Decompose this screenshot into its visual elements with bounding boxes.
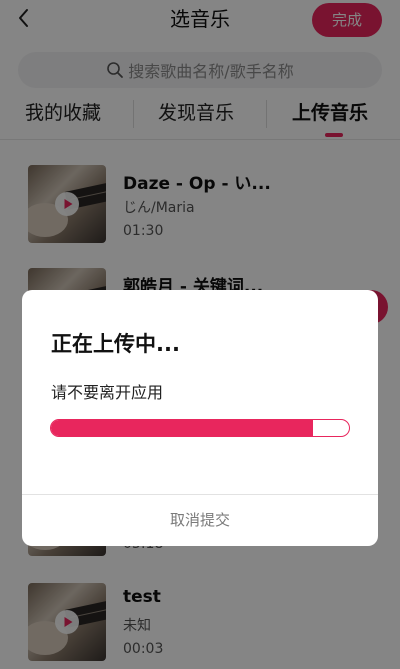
dialog-message: 请不要离开应用 [51,383,164,402]
upload-progress-bar [50,419,350,437]
cancel-submit-button[interactable]: 取消提交 [22,495,378,546]
upload-dialog: 正在上传中... 请不要离开应用 取消提交 [22,290,378,546]
upload-progress-fill [51,420,314,436]
dialog-title: 正在上传中... [51,332,180,356]
